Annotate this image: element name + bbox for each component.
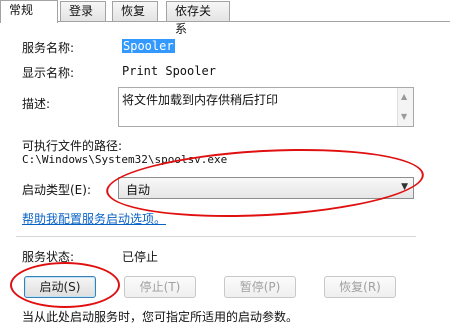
scroll-down-icon[interactable]: ▼	[401, 112, 407, 121]
tab-general-label: 常规	[9, 3, 34, 17]
tab-recovery[interactable]: 恢复	[112, 1, 158, 21]
description-textbox[interactable]: 将文件加载到内存供稍后打印 ▲ ▼	[118, 87, 414, 127]
tab-divider	[0, 21, 450, 22]
display-name-label: 显示名称:	[22, 66, 75, 80]
service-name-value[interactable]: Spooler	[122, 39, 175, 53]
description-label: 描述:	[22, 97, 51, 111]
tab-general[interactable]: 常规	[0, 0, 58, 23]
tab-dependencies[interactable]: 依存关系	[166, 1, 230, 36]
footer-hint: 当从此处启动服务时，您可指定所适用的启动参数。	[22, 310, 299, 324]
service-name-label: 服务名称:	[22, 41, 75, 55]
annotation-circle-start	[10, 262, 120, 308]
description-text: 将文件加载到内存供稍后打印	[122, 93, 279, 107]
tab-logon-label: 登录	[69, 4, 94, 18]
scroll-up-icon[interactable]: ▲	[401, 92, 407, 101]
divider	[16, 236, 416, 237]
service-status-value: 已停止	[122, 250, 159, 264]
pause-button[interactable]: 暂停(P)	[224, 276, 296, 298]
resume-button[interactable]: 恢复(R)	[324, 276, 396, 298]
tab-dependencies-label: 依存关系	[175, 4, 212, 36]
description-scrollbar[interactable]: ▲ ▼	[397, 88, 413, 126]
tab-recovery-label: 恢复	[121, 4, 146, 18]
display-name-value[interactable]: Print Spooler	[122, 64, 216, 78]
startup-type-label: 启动类型(E):	[22, 183, 91, 197]
tab-logon[interactable]: 登录	[60, 1, 106, 21]
exe-path-label: 可执行文件的路径:	[22, 139, 123, 153]
help-configure-link[interactable]: 帮助我配置服务启动选项。	[22, 210, 166, 227]
service-name-selection: Spooler	[122, 39, 175, 53]
tab-bar: 常规 登录 恢复 依存关系	[0, 0, 450, 36]
stop-button[interactable]: 停止(T)	[124, 276, 196, 298]
